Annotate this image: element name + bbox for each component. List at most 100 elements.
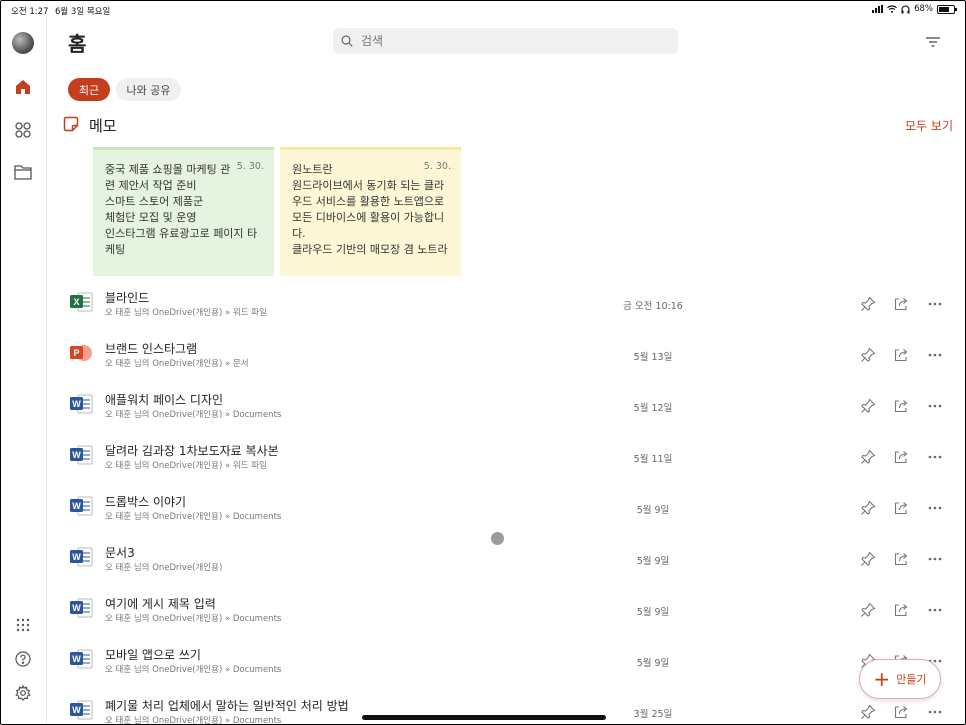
- file-row[interactable]: W 여기에 게시 제목 입력 오 태훈 님의 OneDrive(개인용) » Doc…: [63, 589, 953, 639]
- file-date: 5월 12일: [633, 403, 673, 414]
- folder-icon[interactable]: [13, 162, 33, 182]
- note-line: 케팅: [105, 243, 126, 256]
- file-path: 오 태훈 님의 OneDrive(개인용) » 워드 파일: [105, 308, 267, 318]
- share-icon[interactable]: [893, 296, 909, 312]
- search-bar[interactable]: [333, 28, 678, 54]
- file-path: 오 태훈 님의 OneDrive(개인용) » Documents: [105, 512, 282, 522]
- file-row[interactable]: W 문서3 오 태훈 님의 OneDrive(개인용) 5월 9일: [63, 538, 953, 588]
- svg-text:W: W: [72, 705, 81, 715]
- share-icon[interactable]: [893, 449, 909, 465]
- file-row[interactable]: W 애플워치 페이스 디자인 오 태훈 님의 OneDrive(개인용) » Doc…: [63, 385, 953, 435]
- file-name: 달려라 김과장 1차보도자료 복사본: [105, 444, 279, 458]
- note-date: 5. 30.: [423, 161, 451, 172]
- file-row[interactable]: W 드롭박스 이야기 오 태훈 님의 OneDrive(개인용) » Documen…: [63, 487, 953, 537]
- pin-icon[interactable]: [860, 296, 876, 312]
- pin-icon[interactable]: [860, 500, 876, 516]
- share-icon[interactable]: [893, 602, 909, 618]
- pin-icon[interactable]: [860, 449, 876, 465]
- note-line: 다.: [292, 227, 306, 240]
- file-date: 5월 11일: [633, 454, 673, 465]
- see-all-link[interactable]: 모두 보기: [905, 117, 953, 134]
- file-date: 금 오전 10:16: [623, 301, 683, 312]
- note-line: 스마트 스토어 제품군: [105, 195, 204, 208]
- svg-text:W: W: [72, 450, 81, 460]
- more-options-icon[interactable]: [927, 398, 943, 414]
- note-card[interactable]: 5. 30. 중국 제품 쇼핑몰 마케팅 관 련 제안서 작업 준비 스마트 스…: [93, 147, 274, 276]
- share-icon[interactable]: [893, 398, 909, 414]
- file-path: 오 태훈 님의 OneDrive(개인용) » Documents: [105, 614, 282, 624]
- pin-icon[interactable]: [860, 551, 876, 567]
- powerpoint-file-icon: P: [69, 342, 93, 364]
- file-date: 3월 25일: [633, 709, 673, 720]
- file-path: 오 태훈 님의 OneDrive(개인용): [105, 563, 223, 573]
- create-button[interactable]: + 만들기: [859, 659, 941, 699]
- word-file-icon: W: [69, 444, 93, 466]
- word-file-icon: W: [69, 699, 93, 721]
- search-input[interactable]: [359, 33, 663, 49]
- share-icon[interactable]: [893, 500, 909, 516]
- pin-icon[interactable]: [860, 398, 876, 414]
- note-line: 모든 디바이스에 활용이 가능합니: [292, 211, 445, 224]
- more-options-icon[interactable]: [927, 347, 943, 363]
- file-date: 5월 9일: [636, 607, 670, 618]
- filter-icon[interactable]: [925, 33, 943, 49]
- apps-grid-icon[interactable]: [13, 120, 33, 140]
- status-bar: 오전 1:27 6월 3일 목요일 68%: [1, 1, 965, 17]
- plus-icon: +: [873, 667, 891, 691]
- file-date: 5월 9일: [636, 505, 670, 516]
- file-name: 애플워치 페이스 디자인: [105, 393, 224, 407]
- home-icon[interactable]: [13, 77, 33, 97]
- help-icon[interactable]: [13, 649, 33, 669]
- file-name: 문서3: [105, 546, 135, 560]
- status-date: 6월 3일 목요일: [55, 7, 111, 17]
- status-indicators: 68%: [872, 4, 957, 14]
- more-options-icon[interactable]: [927, 704, 943, 720]
- avatar[interactable]: [12, 32, 34, 54]
- file-row[interactable]: W 달려라 김과장 1차보도자료 복사본오 태훈 님의 OneDrive(개인용)…: [63, 436, 953, 486]
- file-path: 오 태훈 님의 OneDrive(개인용) » 워드 파일: [105, 461, 267, 471]
- file-date: 5월 9일: [636, 556, 670, 567]
- word-file-icon: W: [69, 597, 93, 619]
- app-launcher-icon[interactable]: [13, 615, 33, 635]
- share-icon[interactable]: [893, 551, 909, 567]
- search-icon: [341, 35, 353, 47]
- file-row[interactable]: W 모바일 앱으로 쓰기 오 태훈 님의 OneDrive(개인용) » Docum…: [63, 640, 953, 690]
- svg-text:W: W: [72, 552, 81, 562]
- svg-text:W: W: [72, 501, 81, 511]
- file-row[interactable]: X 블라인드 오 태훈 님의 OneDrive(개인용) » 워드 파일 금 오전 1…: [63, 283, 953, 333]
- signal-icon: [872, 5, 884, 13]
- word-file-icon: W: [69, 546, 93, 568]
- file-path: 오 태훈 님의 OneDrive(개인용) » 문서: [105, 359, 249, 369]
- svg-text:W: W: [72, 603, 81, 613]
- more-options-icon[interactable]: [927, 500, 943, 516]
- share-icon[interactable]: [893, 347, 909, 363]
- more-options-icon[interactable]: [927, 296, 943, 312]
- note-line: 클라우드 기반의 매모장 겸 노트라: [292, 243, 448, 256]
- settings-gear-icon[interactable]: [13, 683, 33, 703]
- status-time: 오전 1:27: [11, 7, 49, 17]
- word-file-icon: W: [69, 495, 93, 517]
- touch-indicator: [491, 532, 504, 545]
- share-icon[interactable]: [893, 704, 909, 720]
- more-options-icon[interactable]: [927, 449, 943, 465]
- home-indicator: [362, 715, 606, 720]
- note-line: 원드라이브에서 동기화 되는 클라: [292, 179, 445, 192]
- file-name: 폐기물 처리 업체에서 말하는 일반적인 처리 방법: [105, 699, 349, 713]
- excel-file-icon: X: [69, 291, 93, 313]
- tab-shared-with-me[interactable]: 나와 공유: [116, 78, 181, 101]
- pin-icon[interactable]: [860, 347, 876, 363]
- note-line: 인스타그램 유료광고로 페이지 타: [105, 227, 258, 240]
- more-options-icon[interactable]: [927, 602, 943, 618]
- sticky-note-icon: [63, 116, 79, 132]
- notes-section-title: 메모: [89, 117, 117, 135]
- note-card[interactable]: 5. 30. 원노트란 원드라이브에서 동기화 되는 클라 우드 서비스를 활용…: [280, 147, 461, 276]
- pin-icon[interactable]: [860, 602, 876, 618]
- file-date: 5월 13일: [633, 352, 673, 363]
- app-window: 오전 1:27 6월 3일 목요일 68% 홈 검색 최근 나와 공유 메모 모…: [0, 0, 966, 725]
- file-row[interactable]: P 브랜드 인스타그램 오 태훈 님의 OneDrive(개인용) » 문서 5월 1…: [63, 334, 953, 384]
- pin-icon[interactable]: [860, 704, 876, 720]
- tab-recent[interactable]: 최근: [68, 78, 110, 101]
- more-options-icon[interactable]: [927, 551, 943, 567]
- create-button-label: 만들기: [896, 673, 927, 686]
- svg-text:W: W: [72, 399, 81, 409]
